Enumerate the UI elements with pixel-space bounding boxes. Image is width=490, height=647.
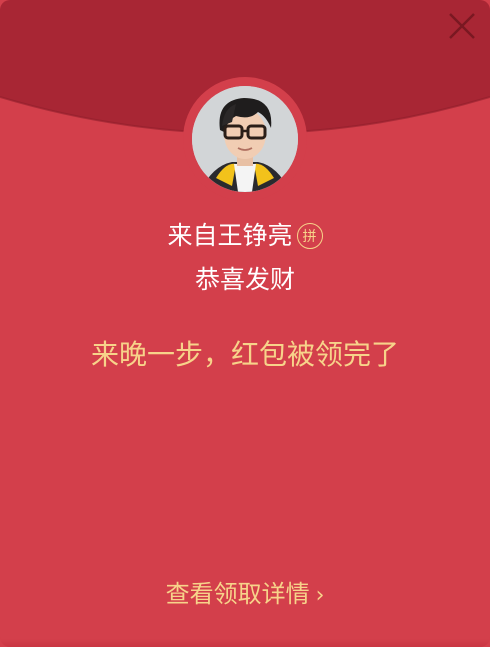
chevron-right-icon: › bbox=[315, 583, 325, 608]
avatar-portrait bbox=[192, 86, 298, 192]
status-message: 来晚一步，红包被领完了 bbox=[90, 338, 399, 371]
red-envelope-card: 来自王铮亮拼 恭喜发财 来晚一步，红包被领完了 查看领取详情 › bbox=[0, 0, 490, 647]
details-label: 查看领取详情 bbox=[165, 580, 310, 608]
sender-avatar[interactable] bbox=[192, 86, 298, 192]
sender-row: 来自王铮亮拼 bbox=[0, 216, 490, 256]
greeting-text: 恭喜发财 bbox=[194, 265, 295, 294]
close-button[interactable] bbox=[444, 8, 480, 44]
envelope-bottom-edge bbox=[0, 639, 490, 647]
pin-badge: 拼 bbox=[296, 223, 323, 249]
close-icon bbox=[449, 13, 475, 39]
view-details-link[interactable]: 查看领取详情 › bbox=[0, 575, 490, 615]
sender-name: 来自王铮亮 bbox=[167, 221, 293, 250]
